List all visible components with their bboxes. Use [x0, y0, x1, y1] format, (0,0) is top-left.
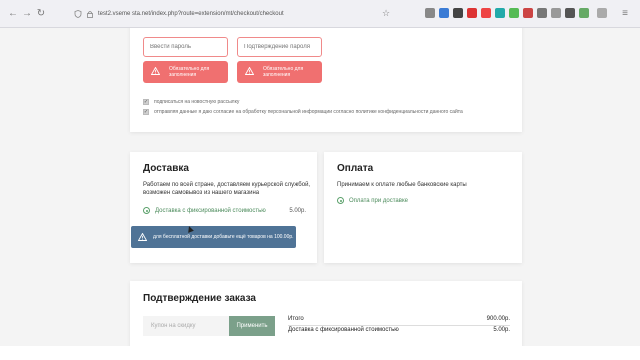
menu-icon[interactable]: ≡	[618, 7, 632, 21]
order-confirm-card: Подтверждение заказа Купон на скидку При…	[130, 281, 522, 346]
error-text: Обязательно для заполнения	[263, 66, 304, 78]
video-bottom-bar	[0, 346, 640, 360]
coupon-input[interactable]: Купон на скидку	[143, 316, 229, 336]
radio-selected-icon[interactable]	[143, 207, 150, 214]
consent-checkbox[interactable]: ✓	[143, 109, 149, 115]
extension-icon[interactable]	[565, 8, 575, 18]
extension-icon[interactable]	[439, 8, 449, 18]
summary-row-delivery: Доставка с фиксированной стоимостью 5.00…	[288, 327, 510, 333]
extension-icon[interactable]	[597, 8, 607, 18]
extension-icon[interactable]	[537, 8, 547, 18]
back-button[interactable]: ←	[6, 7, 20, 21]
address-bar[interactable]: test2.vseme sta.net/index.php?route=exte…	[72, 5, 372, 23]
lock-icon	[87, 11, 93, 18]
url-text: test2.vseme sta.net/index.php?route=exte…	[98, 11, 284, 17]
consent-label: отправляя данные я даю согласие на обраб…	[154, 109, 463, 115]
reload-button[interactable]: ↻	[34, 7, 48, 21]
forward-button[interactable]: →	[20, 7, 34, 21]
payment-title: Оплата	[337, 163, 374, 174]
apply-coupon-button[interactable]: Применить	[229, 316, 275, 336]
confirm-password-error: Обязательно для заполнения	[237, 61, 322, 83]
extension-icon[interactable]	[579, 8, 589, 18]
warning-icon	[151, 67, 160, 75]
extension-icon[interactable]	[551, 8, 561, 18]
confirm-title: Подтверждение заказа	[143, 293, 256, 304]
newsletter-checkbox-row[interactable]: ✓ подписаться на новостную рассылку	[143, 99, 239, 105]
confirm-password-field[interactable]	[237, 37, 322, 57]
delivery-option-fixed[interactable]: Доставка с фиксированной стоимостью 5.00…	[143, 207, 306, 214]
error-text: Обязательно для заполнения	[169, 66, 210, 78]
summary-divider	[288, 325, 510, 326]
extension-icon[interactable]	[425, 8, 435, 18]
delivery-description: Работаем по всей стране, доставляем курь…	[143, 182, 311, 196]
summary-row-total: Итого 900.00р.	[288, 316, 510, 322]
newsletter-label: подписаться на новостную рассылку	[154, 99, 240, 105]
warning-icon	[138, 233, 147, 241]
payment-card: Оплата Принимаем к оплате любые банковск…	[324, 152, 522, 263]
payment-option-label: Оплата при доставке	[349, 197, 408, 204]
checkout-page: Обязательно для заполнения Обязательно д…	[0, 28, 640, 346]
consent-checkbox-row[interactable]: ✓ отправляя данные я даю согласие на обр…	[143, 109, 463, 115]
confirm-password-input[interactable]	[244, 44, 315, 50]
payment-option-cod[interactable]: Оплата при доставке	[337, 197, 408, 204]
registration-card: Обязательно для заполнения Обязательно д…	[130, 28, 522, 132]
payment-description: Принимаем к оплате любые банковские карт…	[337, 182, 467, 188]
delivery-option-price: 5.00р.	[289, 207, 306, 214]
delivery-option-label: Доставка с фиксированной стоимостью	[155, 207, 266, 214]
newsletter-checkbox[interactable]: ✓	[143, 99, 149, 105]
browser-toolbar: ← → ↻ test2.vseme sta.net/index.php?rout…	[0, 0, 640, 28]
free-delivery-notice: для бесплатной доставки добавьте ещё тов…	[131, 226, 296, 248]
password-error: Обязательно для заполнения	[143, 61, 228, 83]
extension-icon[interactable]	[481, 8, 491, 18]
delivery-card: Доставка Работаем по всей стране, достав…	[130, 152, 317, 263]
extension-icon[interactable]	[509, 8, 519, 18]
warning-icon	[245, 67, 254, 75]
radio-selected-icon[interactable]	[337, 197, 344, 204]
extension-icon[interactable]	[453, 8, 463, 18]
delivery-title: Доставка	[143, 163, 189, 174]
extension-icon[interactable]	[523, 8, 533, 18]
notice-text: для бесплатной доставки добавьте ещё тов…	[153, 233, 294, 240]
extension-icon[interactable]	[467, 8, 477, 18]
password-input[interactable]	[150, 44, 221, 50]
bookmark-star-icon[interactable]: ☆	[382, 8, 390, 19]
password-field[interactable]	[143, 37, 228, 57]
shield-icon	[74, 10, 82, 18]
extension-icon[interactable]	[495, 8, 505, 18]
